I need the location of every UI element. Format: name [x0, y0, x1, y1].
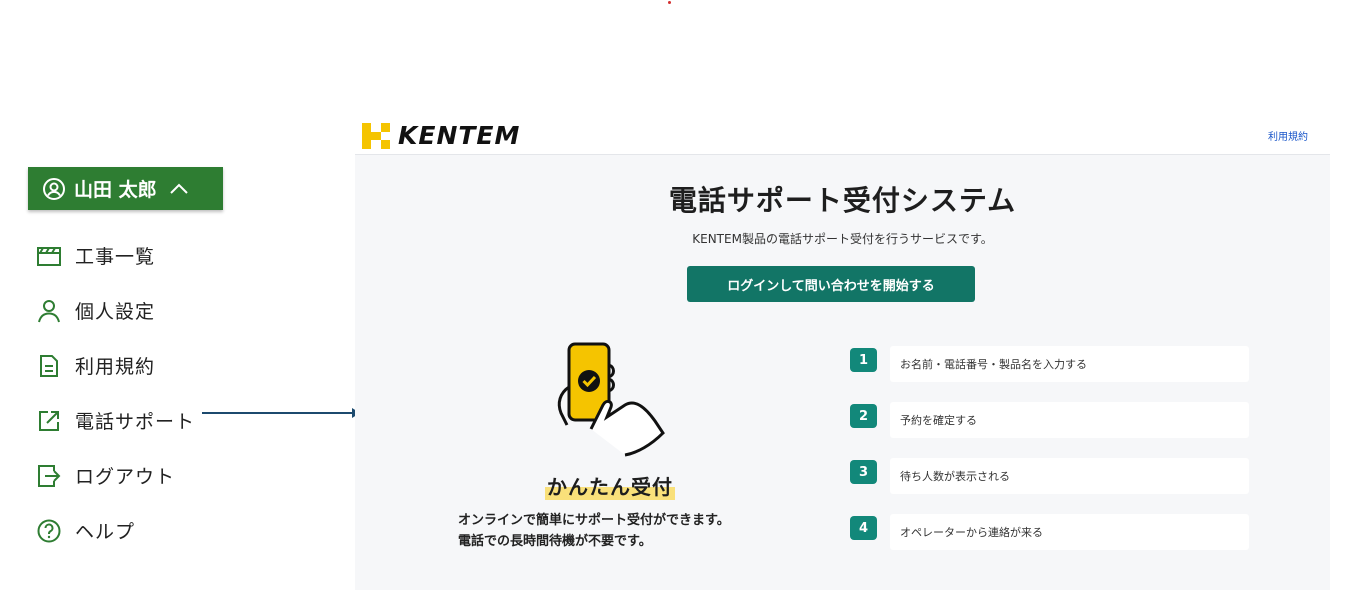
- step-number: 1: [850, 348, 877, 372]
- menu-label: 利用規約: [75, 356, 156, 378]
- menu-item-logout[interactable]: ログアウト: [36, 448, 195, 503]
- menu-item-terms[interactable]: 利用規約: [36, 338, 195, 393]
- menu-label: ログアウト: [75, 466, 176, 488]
- site-header: KENTEM 利用規約: [355, 112, 1330, 155]
- description-line: オンラインで簡単にサポート受付ができます。: [458, 513, 730, 528]
- step-label: オペレーターから連絡が来る: [890, 514, 1249, 550]
- menu-item-help[interactable]: ヘルプ: [36, 503, 195, 558]
- step-label: お名前・電話番号・製品名を入力する: [890, 346, 1249, 382]
- clapperboard-icon: [36, 243, 62, 269]
- user-circle-icon: [42, 177, 66, 201]
- brand-name: KENTEM: [398, 121, 521, 150]
- step-number: 4: [850, 516, 877, 540]
- logout-icon: [36, 463, 62, 489]
- step-label: 予約を確定する: [890, 402, 1249, 438]
- step-number: 2: [850, 404, 877, 428]
- cursor-dot: [668, 1, 671, 4]
- site-main: 電話サポート受付システム KENTEM製品の電話サポート受付を行うサービスです。…: [355, 155, 1330, 590]
- page-subtitle: KENTEM製品の電話サポート受付を行うサービスです。: [692, 232, 993, 246]
- person-icon: [36, 298, 62, 324]
- screen: 山田 太郎 工事一覧 個人設定 利用規約 電話サポート ログアウト ヘルプ KE…: [0, 0, 1351, 606]
- menu-item-personal-settings[interactable]: 個人設定: [36, 283, 195, 338]
- document-icon: [36, 353, 62, 379]
- phone-tap-illustration: [555, 341, 667, 457]
- user-menu-button[interactable]: 山田 太郎: [28, 167, 223, 210]
- chevron-up-icon: [169, 182, 189, 196]
- user-name: 山田 太郎: [74, 179, 157, 201]
- external-link-icon: [36, 408, 62, 434]
- menu-label: 個人設定: [75, 301, 156, 323]
- easy-reception-description: オンラインで簡単にサポート受付ができます。 電話での長時間待機が不要です。: [458, 510, 730, 552]
- kentem-logo[interactable]: KENTEM: [362, 121, 520, 150]
- menu-item-projects[interactable]: 工事一覧: [36, 228, 195, 283]
- step-label: 待ち人数が表示される: [890, 458, 1249, 494]
- menu-label: 工事一覧: [75, 246, 156, 268]
- terms-link[interactable]: 利用規約: [1268, 128, 1308, 143]
- kentem-logo-icon: [362, 122, 390, 149]
- step-number: 3: [850, 460, 877, 484]
- description-line: 電話での長時間待機が不要です。: [458, 534, 652, 549]
- easy-reception-heading: かんたん受付: [545, 471, 675, 500]
- user-dropdown-menu: 工事一覧 個人設定 利用規約 電話サポート ログアウト ヘルプ: [36, 228, 195, 558]
- annotation-arrow: [202, 408, 360, 418]
- menu-label: ヘルプ: [75, 521, 136, 543]
- login-start-button[interactable]: ログインして問い合わせを開始する: [687, 266, 975, 302]
- help-icon: [36, 518, 62, 544]
- menu-item-phone-support[interactable]: 電話サポート: [36, 393, 195, 448]
- page-title: 電話サポート受付システム: [668, 184, 1017, 217]
- menu-label: 電話サポート: [75, 411, 196, 433]
